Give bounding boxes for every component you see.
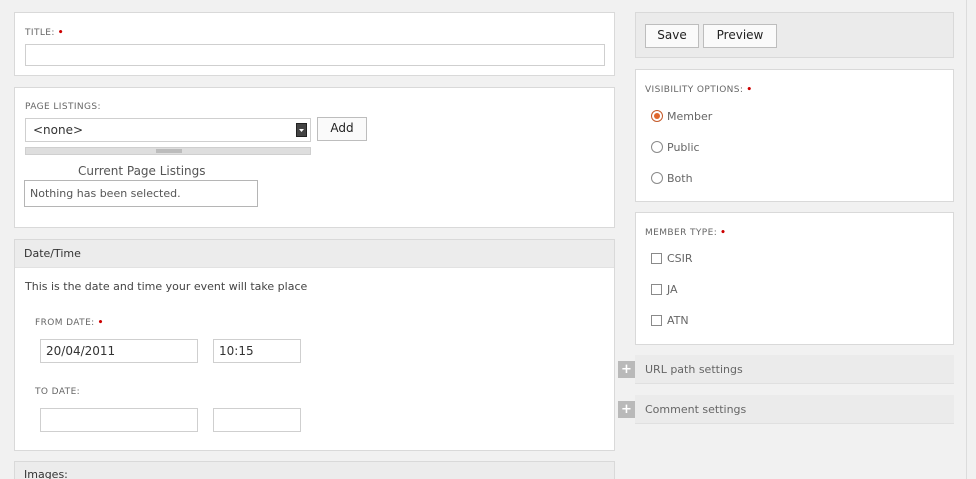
page-listings-label: PAGE LISTINGS: [25, 102, 101, 112]
radio-public[interactable]: Public [651, 141, 700, 155]
images-panel: Images: [14, 461, 615, 479]
radio-icon[interactable] [651, 172, 663, 184]
datetime-panel: Date/Time This is the date and time your… [14, 239, 615, 451]
resize-handle[interactable] [25, 147, 311, 155]
checkbox-atn[interactable]: ATN [651, 314, 689, 328]
url-path-settings-toggle[interactable]: URL path settings [635, 355, 954, 384]
title-panel: TITLE: • [14, 12, 615, 76]
radio-both[interactable]: Both [651, 172, 693, 186]
to-time-input[interactable] [213, 408, 301, 432]
checkbox-csir[interactable]: CSIR [651, 252, 693, 266]
save-button[interactable]: Save [645, 24, 699, 48]
checkbox-atn-label: ATN [667, 314, 689, 327]
member-type-label: MEMBER TYPE: [645, 228, 718, 238]
page-listings-select-value: <none> [33, 123, 84, 137]
checkbox-icon[interactable] [651, 314, 662, 326]
required-mark: • [97, 318, 104, 328]
expand-url-path-plus-icon[interactable]: + [618, 361, 635, 378]
title-label-row: TITLE: • [25, 28, 64, 38]
visibility-panel: VISIBILITY OPTIONS: • Member Public Both [635, 69, 954, 202]
empty-listings-text: Nothing has been selected. [30, 187, 181, 200]
from-date-label-row: FROM DATE: • [35, 318, 104, 328]
radio-icon[interactable] [651, 141, 663, 153]
visibility-label: VISIBILITY OPTIONS: [645, 85, 744, 95]
preview-button[interactable]: Preview [703, 24, 777, 48]
radio-both-label: Both [667, 172, 693, 185]
to-date-label: TO DATE: [35, 387, 81, 397]
current-listings-heading: Current Page Listings [78, 164, 206, 178]
page-listings-select[interactable]: <none> [25, 118, 311, 142]
checkbox-icon[interactable] [651, 252, 662, 264]
right-edge-divider [966, 0, 967, 479]
chevron-down-icon[interactable] [296, 123, 307, 137]
visibility-label-row: VISIBILITY OPTIONS: • [645, 85, 753, 95]
required-mark: • [57, 28, 64, 38]
checkbox-ja[interactable]: JA [651, 283, 678, 297]
checkbox-icon[interactable] [651, 283, 662, 295]
from-date-label: FROM DATE: [35, 318, 95, 328]
title-label: TITLE: [25, 28, 55, 38]
checkbox-ja-label: JA [667, 283, 678, 296]
current-listings-box: Nothing has been selected. [24, 180, 258, 207]
from-time-input[interactable]: 10:15 [213, 339, 301, 363]
required-mark: • [746, 85, 753, 95]
add-listing-button[interactable]: Add [317, 117, 367, 141]
page-listings-panel: PAGE LISTINGS: <none> Add Current Page L… [14, 87, 615, 228]
radio-member-label: Member [667, 110, 713, 123]
images-header: Images: [15, 462, 614, 479]
comment-settings-toggle[interactable]: Comment settings [635, 395, 954, 424]
expand-comment-plus-icon[interactable]: + [618, 401, 635, 418]
radio-member[interactable]: Member [651, 110, 712, 124]
title-input[interactable] [25, 44, 605, 66]
member-type-label-row: MEMBER TYPE: • [645, 228, 726, 238]
checkbox-csir-label: CSIR [667, 252, 693, 265]
required-mark: • [720, 228, 727, 238]
datetime-header: Date/Time [15, 240, 614, 268]
grip-icon [156, 149, 182, 153]
radio-public-label: Public [667, 141, 700, 154]
member-type-panel: MEMBER TYPE: • CSIR JA ATN [635, 212, 954, 345]
datetime-description: This is the date and time your event wil… [25, 280, 308, 293]
to-date-input[interactable] [40, 408, 198, 432]
radio-selected-icon[interactable] [651, 110, 663, 122]
actions-panel: Save Preview [635, 12, 954, 58]
from-date-input[interactable]: 20/04/2011 [40, 339, 198, 363]
